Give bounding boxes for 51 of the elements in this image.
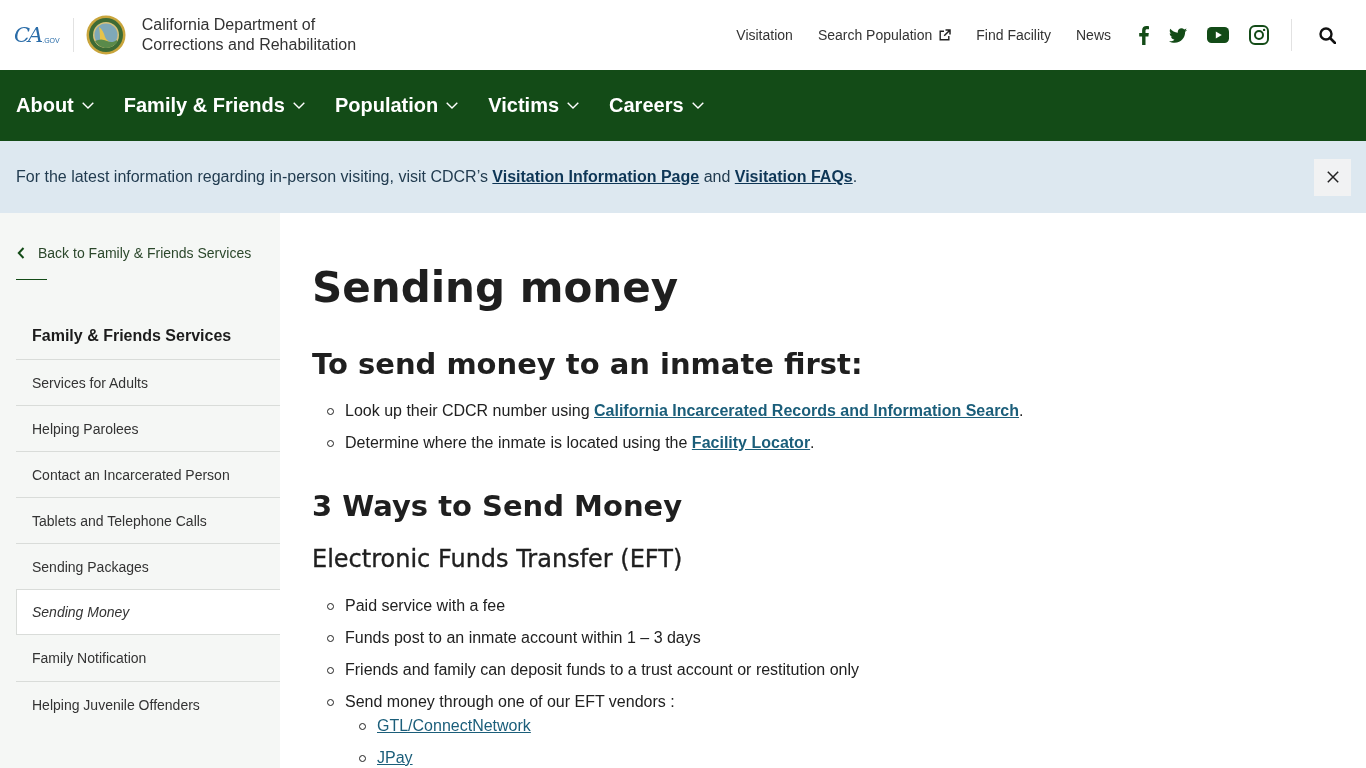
list-item-text: Determine where the inmate is located using the Facility Locator. [345, 433, 815, 453]
text-link[interactable]: GTL/ConnectNetwork [377, 717, 531, 734]
sidebar-item[interactable]: Contact an Incarcerated Person [16, 451, 280, 497]
external-link-icon [939, 29, 952, 41]
close-button[interactable] [1314, 158, 1351, 196]
chevron-down-icon [567, 102, 580, 109]
sidebar-item[interactable]: Sending Money [16, 589, 280, 635]
text-link[interactable]: California Incarcerated Records and Information Search [594, 402, 1020, 419]
utility-link[interactable]: News [1076, 27, 1111, 43]
org-name[interactable]: California Department of Corrections and Rehabilitation [141, 15, 357, 55]
chevron-down-icon [446, 102, 459, 109]
back-link[interactable]: Back to Family & Friends Services [17, 243, 252, 263]
nav-menu-item[interactable]: Careers [609, 94, 704, 117]
sidebar-item[interactable]: Helping Juvenile Offenders [16, 681, 280, 727]
chevron-down-icon [292, 102, 305, 109]
youtube-icon[interactable] [1207, 27, 1229, 43]
facebook-icon[interactable] [1139, 25, 1149, 45]
alert-text: For the latest information regarding in-person visiting, visit CDCR’s Visitation Information Page and Visitation FAQs. [16, 168, 859, 186]
twitter-icon[interactable] [1169, 27, 1187, 43]
list-item-text: Funds post to an inmate account within 1 – 3 days [345, 628, 701, 648]
section-heading: 3 Ways to Send Money [312, 488, 684, 525]
utility-link[interactable]: Find Facility [976, 27, 1051, 43]
chevron-down-icon [691, 102, 704, 109]
search-icon[interactable] [1319, 26, 1336, 44]
sidebar-item[interactable]: Helping Parolees [16, 405, 280, 451]
text-link[interactable]: Visitation Information Page [492, 168, 700, 185]
section-heading: To send money to an inmate first: [312, 346, 864, 383]
sidebar-item[interactable]: Services for Adults [16, 359, 280, 405]
seal-icon[interactable] [85, 15, 126, 55]
sidebar-item[interactable]: Family Notification [16, 635, 280, 681]
sidebar-heading: Family & Friends Services [31, 326, 233, 346]
close-icon [1326, 171, 1339, 183]
text-link[interactable]: Visitation FAQs [734, 168, 853, 185]
list-item-text: Friends and family can deposit funds to a trust account or restitution only [345, 660, 860, 680]
nav-menu-item[interactable]: About [16, 94, 94, 117]
nav-menu-item[interactable]: Family & Friends [123, 94, 305, 117]
text-link[interactable]: JPay [377, 749, 413, 766]
utility-link[interactable]: Visitation [736, 27, 793, 43]
list-item-text: Look up their CDCR number using California Incarcerated Records and Information Search. [345, 401, 1024, 421]
text-link[interactable]: Facility Locator [691, 434, 811, 451]
nav-menu-item[interactable]: Victims [488, 94, 580, 117]
page-title: Sending money [312, 262, 680, 314]
subsection-heading: Electronic Funds Transfer (EFT) [312, 544, 684, 575]
list-item-text: Send money through one of our EFT vendors : [345, 692, 675, 712]
chevron-left-icon [17, 247, 25, 259]
utility-link[interactable]: Search Population [817, 27, 952, 43]
chevron-down-icon [81, 102, 94, 109]
sidebar-item[interactable]: Tablets and Telephone Calls [16, 497, 280, 543]
list-item-text: Paid service with a fee [345, 596, 506, 616]
instagram-icon[interactable] [1249, 25, 1269, 45]
nav-menu-item[interactable]: Population [334, 94, 459, 117]
